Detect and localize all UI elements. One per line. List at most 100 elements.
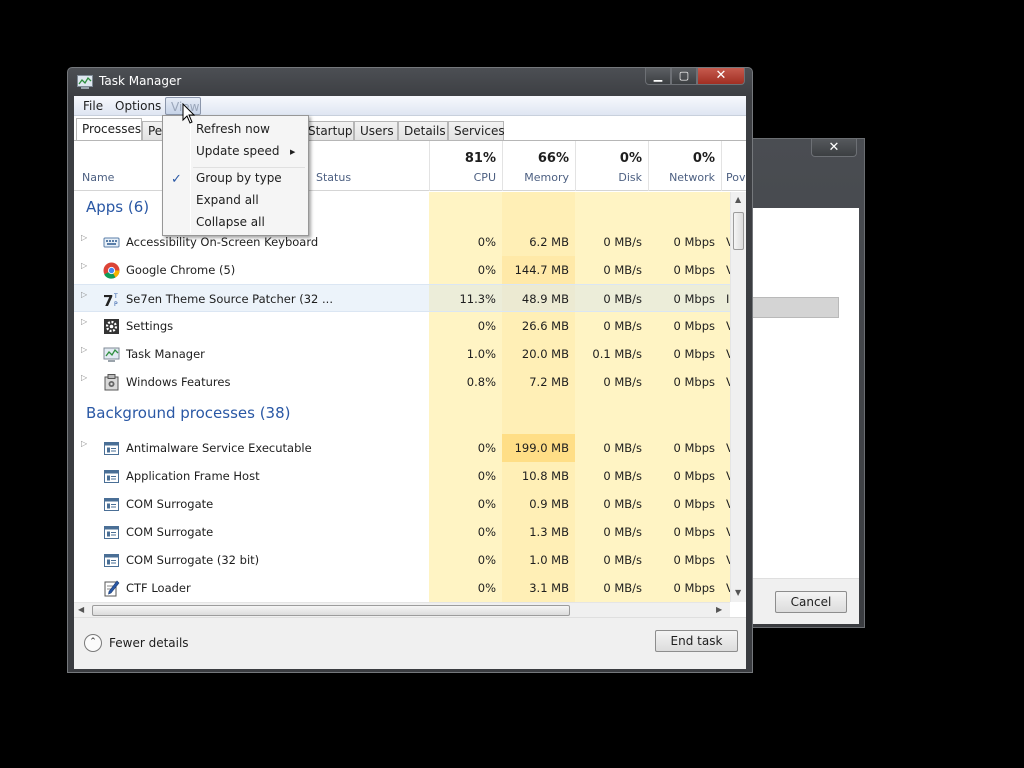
- expand-arrow-icon[interactable]: ▷: [81, 439, 87, 448]
- close-button[interactable]: ✕: [697, 68, 745, 85]
- process-name: Task Manager: [126, 347, 205, 361]
- memory-label: Memory: [524, 171, 569, 184]
- expand-arrow-icon[interactable]: ▷: [81, 373, 87, 382]
- process-row[interactable]: ▷ Windows Features 0.8% 7.2 MB 0 MB/s 0 Mbps V: [74, 368, 730, 396]
- process-icon: [103, 440, 120, 457]
- chrome-icon: [103, 262, 120, 279]
- menu-group-by-type[interactable]: Group by type: [196, 171, 282, 185]
- network-cell: 0 Mbps: [673, 469, 716, 483]
- vertical-scroll-thumb[interactable]: [733, 212, 744, 250]
- horizontal-scrollbar[interactable]: ◀ ▶: [74, 602, 730, 617]
- title-bar[interactable]: Task Manager ▁ ▢ ✕: [68, 68, 752, 96]
- expand-arrow-icon[interactable]: ▷: [81, 261, 87, 270]
- tab-details[interactable]: Details: [398, 121, 448, 141]
- process-row[interactable]: ▷ Task Manager 1.0% 20.0 MB 0.1 MB/s 0 Mbps V: [74, 340, 730, 368]
- expand-arrow-icon[interactable]: ▷: [81, 290, 87, 299]
- process-name: Settings: [126, 319, 174, 333]
- memory-cell: 0.9 MB: [529, 497, 569, 511]
- menu-collapse-all[interactable]: Collapse all: [196, 215, 265, 229]
- process-row[interactable]: CTF Loader 0% 3.1 MB 0 MB/s 0 Mbps V: [74, 574, 730, 602]
- scroll-down-arrow[interactable]: ▼: [735, 588, 741, 597]
- network-cell: 0 Mbps: [673, 347, 716, 361]
- process-row[interactable]: Application Frame Host 0% 10.8 MB 0 MB/s 0 M…: [74, 462, 730, 490]
- tab-startup[interactable]: Startup: [302, 121, 354, 141]
- menu-file[interactable]: File: [83, 99, 103, 113]
- fewer-details-link[interactable]: Fewer details: [109, 636, 189, 650]
- process-name: Windows Features: [126, 375, 231, 389]
- column-disk[interactable]: 0% Disk: [575, 141, 648, 191]
- cpu-cell: 0%: [477, 441, 496, 455]
- process-row[interactable]: ▷ 7 T P Se7en Theme Source Patcher (32 ... 11…: [74, 284, 730, 312]
- column-status[interactable]: Status: [316, 171, 351, 184]
- process-icon: [103, 552, 120, 569]
- disk-cell: 0 MB/s: [603, 292, 642, 306]
- tab-processes[interactable]: Processes: [76, 118, 142, 141]
- process-name: Se7en Theme Source Patcher (32 ...: [126, 292, 333, 306]
- process-row[interactable]: ▷ Settings 0% 26.6 MB 0 MB/s 0 Mbps V: [74, 312, 730, 340]
- menu-update-speed[interactable]: Update speed: [196, 144, 280, 158]
- tab-services[interactable]: Services: [448, 121, 505, 141]
- disk-cell: 0 MB/s: [603, 581, 642, 595]
- process-name: COM Surrogate: [126, 525, 214, 539]
- vertical-scrollbar[interactable]: ▲ ▼: [730, 192, 746, 602]
- column-name[interactable]: Name: [82, 171, 114, 184]
- cpu-total: 81%: [464, 151, 496, 166]
- process-row[interactable]: ▷ Google Chrome (5) 0% 144.7 MB 0 MB/s 0 Mbps…: [74, 256, 730, 284]
- network-cell: 0 Mbps: [673, 497, 716, 511]
- column-network[interactable]: 0% Network: [648, 141, 721, 191]
- process-row[interactable]: COM Surrogate 0% 1.3 MB 0 MB/s 0 Mbps V: [74, 518, 730, 546]
- menu-options[interactable]: Options: [115, 99, 161, 113]
- cpu-cell: 0%: [477, 497, 496, 511]
- menu-refresh-now[interactable]: Refresh now: [196, 122, 270, 136]
- menu-expand-all[interactable]: Expand all: [196, 193, 259, 207]
- disk-cell: 0 MB/s: [603, 263, 642, 277]
- process-row[interactable]: ▷ Antimalware Service Executable 0% 199.0 M…: [74, 434, 730, 462]
- disk-cell: 0 MB/s: [603, 375, 642, 389]
- scroll-right-arrow[interactable]: ▶: [716, 605, 722, 614]
- chevron-up-icon[interactable]: ⌃: [84, 634, 102, 652]
- scroll-left-arrow[interactable]: ◀: [78, 605, 84, 614]
- network-total: 0%: [692, 151, 715, 166]
- column-memory[interactable]: 66% Memory: [502, 141, 575, 191]
- process-name: Accessibility On-Screen Keyboard: [126, 235, 319, 249]
- memory-cell: 1.3 MB: [529, 525, 569, 539]
- scroll-up-arrow[interactable]: ▲: [735, 195, 741, 204]
- network-cell: 0 Mbps: [673, 441, 716, 455]
- end-task-button[interactable]: End task: [655, 630, 738, 652]
- expand-arrow-icon[interactable]: ▷: [81, 345, 87, 354]
- process-name: Application Frame Host: [126, 469, 260, 483]
- memory-cell: 6.2 MB: [529, 235, 569, 249]
- expand-arrow-icon[interactable]: ▷: [81, 233, 87, 242]
- process-row[interactable]: COM Surrogate 0% 0.9 MB 0 MB/s 0 Mbps V: [74, 490, 730, 518]
- memory-cell: 10.8 MB: [521, 469, 569, 483]
- expand-arrow-icon[interactable]: ▷: [81, 317, 87, 326]
- network-cell: 0 Mbps: [673, 263, 716, 277]
- dialog-close-button[interactable]: ✕: [811, 139, 857, 157]
- horizontal-scroll-thumb[interactable]: [92, 605, 570, 616]
- memory-cell: 199.0 MB: [514, 441, 569, 455]
- network-cell: 0 Mbps: [673, 235, 716, 249]
- memory-cell: 3.1 MB: [529, 581, 569, 595]
- cpu-cell: 0%: [477, 235, 496, 249]
- power-label: Pov: [726, 171, 746, 184]
- dialog-cancel-button[interactable]: Cancel: [775, 591, 847, 613]
- disk-cell: 0 MB/s: [603, 497, 642, 511]
- memory-cell: 48.9 MB: [521, 292, 569, 306]
- disk-cell: 0 MB/s: [603, 469, 642, 483]
- menu-gutter: [190, 118, 191, 233]
- column-power[interactable]: Pov: [721, 141, 746, 191]
- process-icon: [103, 496, 120, 513]
- maximize-button[interactable]: ▢: [671, 68, 697, 85]
- column-cpu[interactable]: 81% CPU: [429, 141, 502, 191]
- cpu-cell: 0%: [477, 581, 496, 595]
- menu-bar: File Options View: [74, 96, 746, 116]
- minimize-button[interactable]: ▁: [645, 68, 671, 85]
- view-dropdown-menu: Refresh now Update speed ▶ ✓ Group by ty…: [162, 115, 309, 236]
- tab-users[interactable]: Users: [354, 121, 398, 141]
- disk-cell: 0 MB/s: [603, 525, 642, 539]
- process-name: COM Surrogate (32 bit): [126, 553, 260, 567]
- ctf-loader-icon: [103, 580, 120, 597]
- process-row[interactable]: COM Surrogate (32 bit) 0% 1.0 MB 0 MB/s 0 Mb…: [74, 546, 730, 574]
- disk-cell: 0 MB/s: [603, 319, 642, 333]
- background-dialog: ✕ Cancel: [752, 138, 865, 628]
